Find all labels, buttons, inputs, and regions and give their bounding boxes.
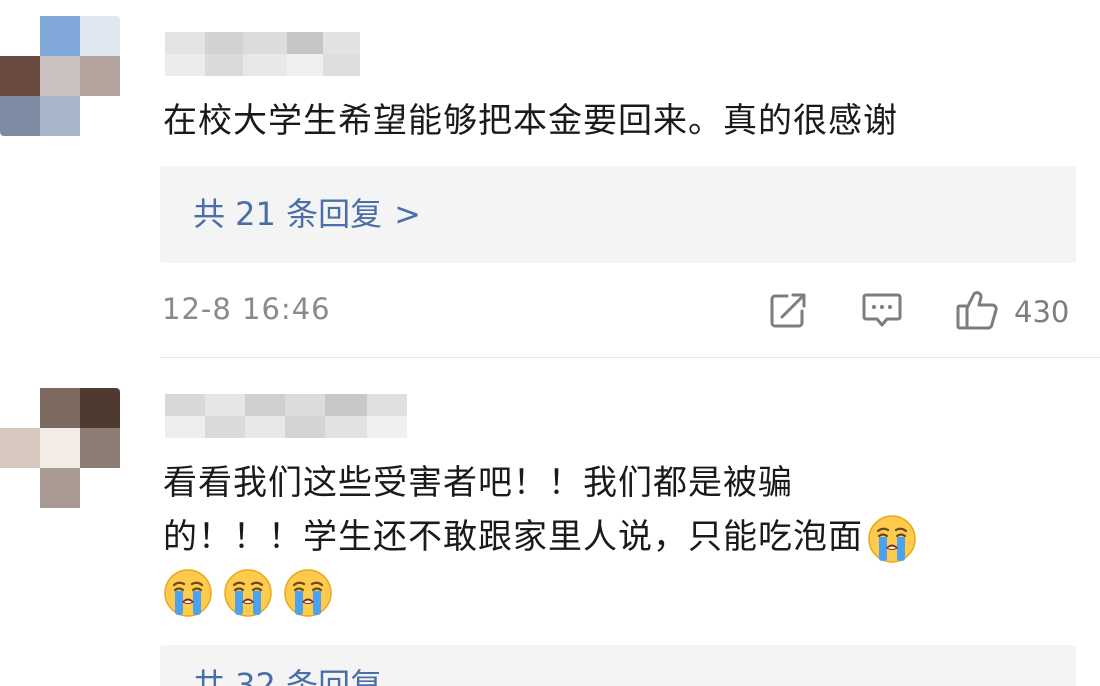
avatar[interactable] [0,388,120,508]
username-blurred[interactable] [165,394,407,438]
username-blurred[interactable] [165,32,360,76]
replies-box[interactable]: 共 21 条回复 > [160,166,1076,263]
avatar[interactable] [0,16,120,136]
replies-count-label: 共 21 条回复 [193,195,383,233]
share-icon [767,289,809,335]
chevron-right-icon: > [394,195,421,233]
comment-icon [860,289,904,335]
replies-count-label: 共 32 条回复 [193,666,383,686]
crying-face-icon [867,514,917,564]
view-replies-link[interactable]: 共 21 条回复 > [193,194,421,234]
view-replies-link[interactable]: 共 32 条回复 [193,665,382,686]
comment-button[interactable] [860,290,904,334]
timestamp: 12-8 16:46 [162,292,331,326]
comment-feed: 在校大学生希望能够把本金要回来。真的很感谢 共 21 条回复 > 12-8 16:… [0,0,1100,686]
thumbs-up-icon [954,288,1000,336]
share-button[interactable] [767,290,809,334]
comment-text-line: 的！！！学生还不敢跟家里人说，只能吃泡面 [163,510,1083,564]
like-button[interactable]: 430 [954,290,1069,334]
like-count: 430 [1014,295,1070,329]
comment-text-line: 看看我们这些受害者吧！！我们都是被骗 [163,463,793,503]
crying-face-icon [163,568,213,618]
comment-text-fragment: 的！！！学生还不敢跟家里人说，只能吃泡面 [163,517,863,557]
comment-divider [160,357,1100,358]
crying-face-icon [223,568,273,618]
comment-text: 看看我们这些受害者吧！！我们都是被骗 的！！！学生还不敢跟家里人说，只能吃泡面 [163,456,1083,618]
comment-footer: 12-8 16:46 430 [160,288,1076,336]
emoji-row [163,564,1083,618]
replies-box[interactable]: 共 32 条回复 [160,645,1076,686]
crying-face-icon [283,568,333,618]
comment-text: 在校大学生希望能够把本金要回来。真的很感谢 [163,101,898,141]
